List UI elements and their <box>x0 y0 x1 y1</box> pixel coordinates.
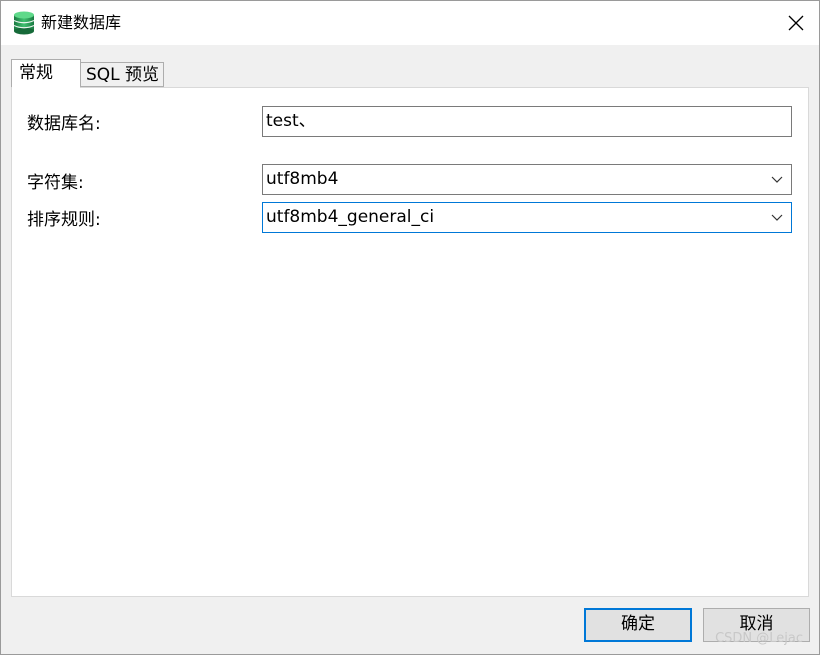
tab-general[interactable]: 常规 <box>11 59 81 88</box>
collation-value: utf8mb4_general_ci <box>266 207 435 227</box>
database-icon <box>13 11 35 35</box>
tab-sql-preview[interactable]: SQL 预览 <box>80 62 164 87</box>
general-panel: 数据库名: test、 字符集: utf8mb4 排序规则: utf8mb4_g… <box>11 87 809 597</box>
db-name-value: test、 <box>266 111 316 131</box>
charset-label: 字符集: <box>27 173 84 193</box>
watermark: CSDN @Lejac <box>715 631 803 646</box>
ok-button[interactable]: 确定 <box>584 608 692 642</box>
chevron-down-icon <box>771 176 783 183</box>
collation-label: 排序规则: <box>27 210 101 230</box>
charset-select[interactable]: utf8mb4 <box>262 164 792 195</box>
title-bar: 新建数据库 <box>1 1 819 45</box>
db-name-label: 数据库名: <box>27 114 101 134</box>
window-title: 新建数据库 <box>41 13 122 32</box>
new-database-dialog: 新建数据库 常规 SQL 预览 数据库名: test、 字符集: utf8mb4… <box>0 0 820 655</box>
close-button[interactable] <box>773 1 819 45</box>
chevron-down-icon <box>771 214 783 221</box>
charset-value: utf8mb4 <box>266 169 339 189</box>
collation-select[interactable]: utf8mb4_general_ci <box>262 202 792 233</box>
db-name-input[interactable]: test、 <box>262 106 792 137</box>
close-icon <box>788 15 804 31</box>
